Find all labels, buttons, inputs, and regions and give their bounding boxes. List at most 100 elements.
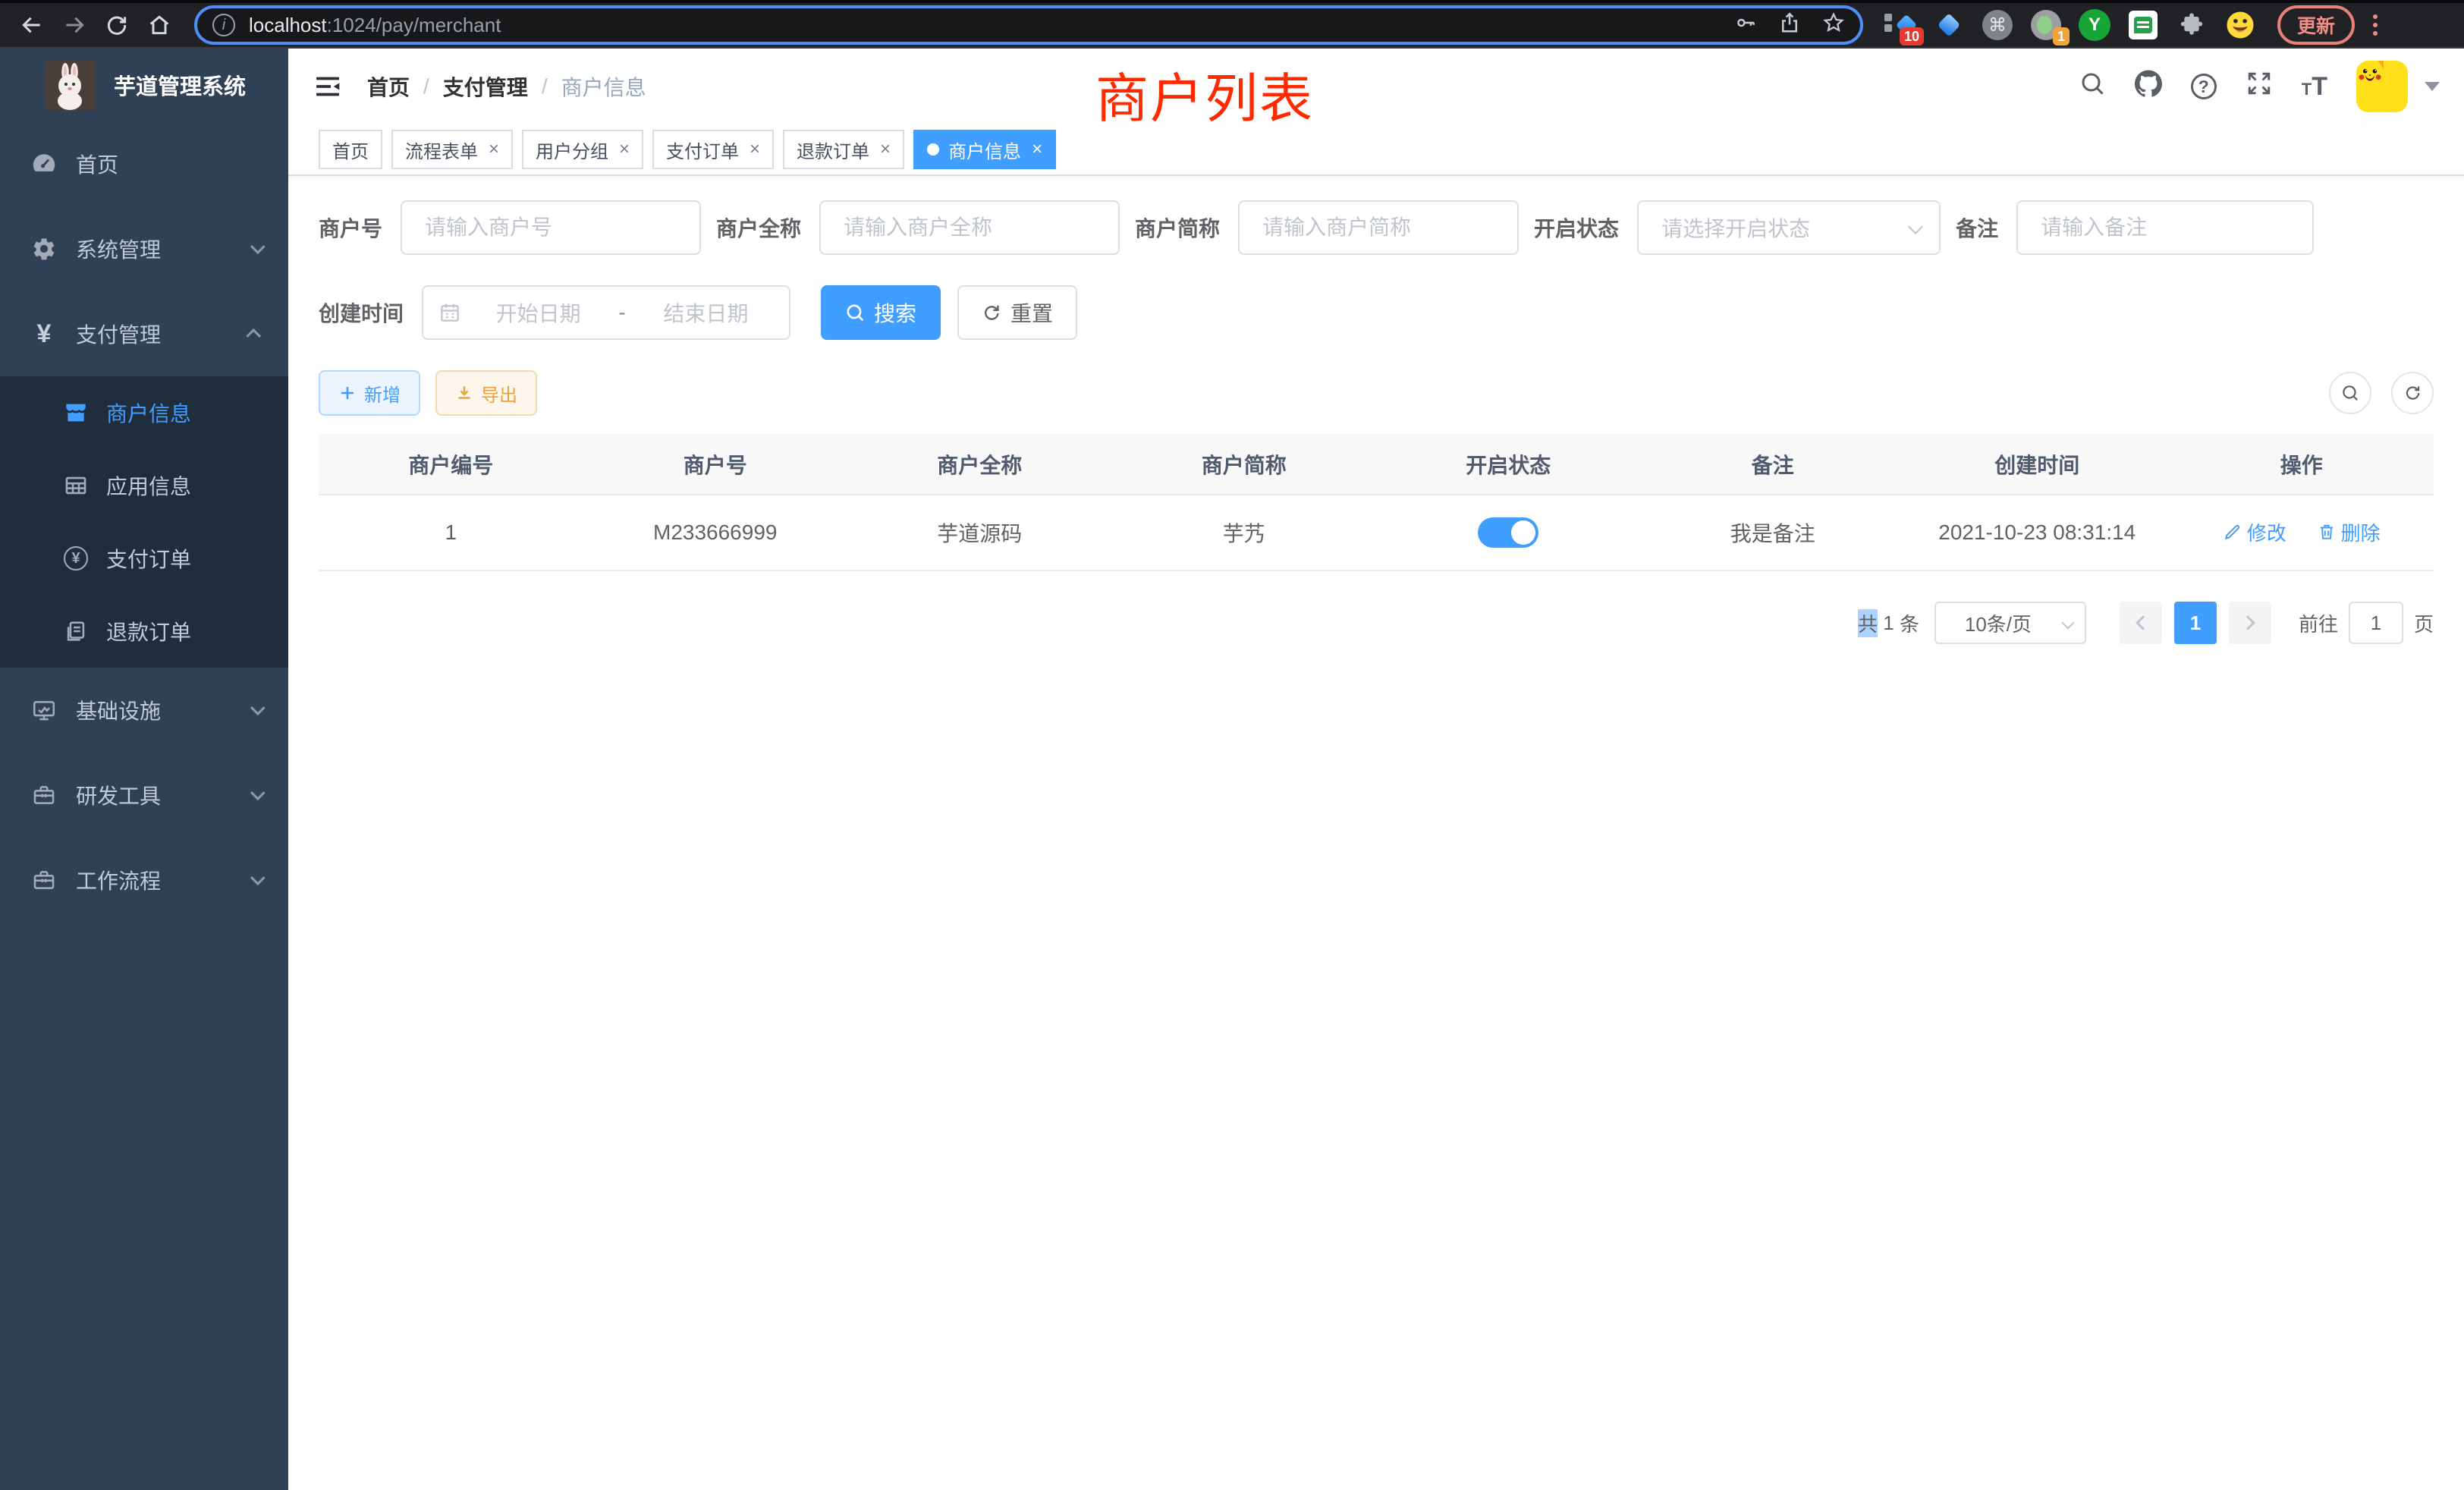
- create-time-range-picker[interactable]: 开始日期 - 结束日期: [422, 285, 790, 340]
- sidebar-item-pay[interactable]: ¥ 支付管理: [0, 291, 288, 376]
- next-page-button[interactable]: [2229, 602, 2271, 644]
- merchant-no-input[interactable]: [401, 200, 701, 255]
- header-search-icon[interactable]: [2079, 70, 2106, 103]
- sidebar-item-infra[interactable]: 基础设施: [0, 668, 288, 753]
- goto-page-input[interactable]: [2349, 602, 2403, 644]
- col-actions: 操作: [2170, 434, 2434, 495]
- prev-page-button[interactable]: [2120, 602, 2162, 644]
- start-date-placeholder: 开始日期: [470, 297, 606, 328]
- tab-close-icon[interactable]: ×: [880, 140, 891, 159]
- refresh-table-icon-button[interactable]: [2391, 372, 2434, 414]
- logo-rabbit-image: [46, 60, 96, 110]
- browser-update-button[interactable]: 更新: [2277, 5, 2355, 45]
- tab-refund-order[interactable]: 退款订单×: [783, 130, 904, 169]
- reset-button[interactable]: 重置: [957, 285, 1077, 340]
- breadcrumb-home[interactable]: 首页: [367, 71, 410, 102]
- sidebar-item-devtools[interactable]: 研发工具: [0, 753, 288, 838]
- sidebar-collapse-icon[interactable]: [313, 71, 343, 102]
- fullscreen-icon[interactable]: [2246, 70, 2273, 103]
- password-key-icon[interactable]: [1734, 11, 1757, 39]
- tab-user-group[interactable]: 用户分组×: [522, 130, 643, 169]
- tab-close-icon[interactable]: ×: [619, 140, 630, 159]
- extension-devtools-icon[interactable]: 10: [1884, 9, 1916, 41]
- filter-merchant-no: 商户号: [319, 200, 701, 255]
- screen: i localhost:1024/pay/merchant 10: [0, 0, 2464, 1490]
- sidebar-item-workflow[interactable]: 工作流程: [0, 838, 288, 923]
- tab-pay-order[interactable]: 支付订单×: [652, 130, 774, 169]
- total-prefix: 共: [1858, 609, 1878, 637]
- github-icon[interactable]: [2135, 70, 2162, 103]
- tab-close-icon[interactable]: ×: [750, 140, 760, 159]
- col-remark: 备注: [1641, 434, 1906, 495]
- monitor-icon: [26, 697, 62, 723]
- sidebar-item-home[interactable]: 首页: [0, 121, 288, 206]
- help-icon[interactable]: ?: [2191, 74, 2217, 99]
- share-icon[interactable]: [1778, 11, 1801, 39]
- col-short-name: 商户简称: [1112, 434, 1377, 495]
- refresh-icon: [982, 303, 1001, 322]
- bookmark-star-icon[interactable]: [1822, 11, 1845, 39]
- page-1-button[interactable]: 1: [2174, 602, 2217, 644]
- breadcrumb-pay[interactable]: 支付管理: [443, 71, 528, 102]
- sidebar-item-pay-order[interactable]: ¥ 支付订单: [0, 522, 288, 595]
- extension-command-icon[interactable]: ⌘: [1982, 9, 2013, 41]
- delete-link-label: 删除: [2341, 518, 2381, 546]
- search-button[interactable]: 搜索: [821, 285, 941, 340]
- browser-back-button[interactable]: [12, 5, 52, 45]
- edit-link-label: 修改: [2247, 518, 2286, 546]
- profile-emoji-icon[interactable]: [2224, 9, 2256, 41]
- font-size-icon[interactable]: TT: [2302, 72, 2327, 102]
- total-suffix: 条: [1900, 609, 1919, 637]
- reset-button-label: 重置: [1010, 297, 1053, 328]
- avatar-caret-icon[interactable]: [2425, 82, 2440, 91]
- extension-kite-icon[interactable]: [1933, 9, 1965, 41]
- sidebar-item-label: 系统管理: [76, 234, 161, 264]
- browser-address-bar[interactable]: i localhost:1024/pay/merchant: [194, 5, 1863, 45]
- pagination: 共 1 条 10条/页 1 前往 页: [319, 602, 2434, 644]
- sidebar-item-system[interactable]: 系统管理: [0, 206, 288, 291]
- tab-close-icon[interactable]: ×: [1032, 140, 1042, 159]
- sidebar-logo[interactable]: 芋道管理系统: [0, 49, 288, 121]
- status-toggle[interactable]: [1478, 517, 1538, 548]
- user-avatar[interactable]: [2356, 61, 2408, 112]
- tab-merchant-info[interactable]: 商户信息×: [913, 130, 1056, 169]
- extension-chat-icon[interactable]: [2127, 9, 2159, 41]
- sidebar-item-refund-order[interactable]: 退款订单: [0, 595, 288, 668]
- tab-label: 流程表单: [405, 137, 478, 163]
- export-button[interactable]: 导出: [435, 370, 537, 416]
- edit-link[interactable]: 修改: [2223, 518, 2286, 546]
- browser-menu-icon[interactable]: [2373, 14, 2378, 36]
- sidebar-item-app-info[interactable]: 应用信息: [0, 449, 288, 522]
- add-button[interactable]: 新增: [319, 370, 420, 416]
- search-button-label: 搜索: [874, 297, 916, 328]
- filter-label: 开启状态: [1534, 212, 1637, 243]
- extension-y-icon[interactable]: Y: [2079, 9, 2110, 41]
- short-name-input[interactable]: [1238, 200, 1519, 255]
- filter-label: 创建时间: [319, 297, 422, 328]
- table-row: 1 M233666999 芋道源码 芋艿 我是备注 2021-10-23 08:…: [319, 495, 2434, 571]
- tab-close-icon[interactable]: ×: [489, 140, 499, 159]
- filter-create-time: 创建时间 开始日期 - 结束日期: [319, 285, 790, 340]
- extension-recorder-icon[interactable]: 1: [2030, 9, 2062, 41]
- tab-label: 首页: [332, 137, 369, 163]
- chevron-down-icon: [250, 239, 266, 254]
- sidebar-item-label: 支付管理: [76, 319, 161, 349]
- browser-home-button[interactable]: [140, 5, 179, 45]
- browser-forward-button[interactable]: [55, 5, 94, 45]
- sidebar-item-label: 研发工具: [76, 780, 161, 810]
- export-button-label: 导出: [481, 380, 517, 407]
- page-size-select[interactable]: 10条/页: [1934, 602, 2086, 644]
- delete-link[interactable]: 删除: [2317, 518, 2381, 546]
- tab-process-form[interactable]: 流程表单 ×: [391, 130, 513, 169]
- breadcrumb-separator: /: [542, 74, 548, 99]
- browser-reload-button[interactable]: [97, 5, 137, 45]
- status-select[interactable]: 请选择开启状态: [1637, 200, 1941, 255]
- chevron-down-icon: [250, 785, 266, 800]
- extensions-puzzle-icon[interactable]: [2176, 9, 2208, 41]
- toggle-search-icon-button[interactable]: [2329, 372, 2371, 414]
- remark-input[interactable]: [2016, 200, 2314, 255]
- full-name-input[interactable]: [819, 200, 1120, 255]
- sidebar-item-merchant-info[interactable]: 商户信息: [0, 376, 288, 449]
- tab-home[interactable]: 首页: [319, 130, 382, 169]
- page-info-icon[interactable]: i: [212, 14, 235, 36]
